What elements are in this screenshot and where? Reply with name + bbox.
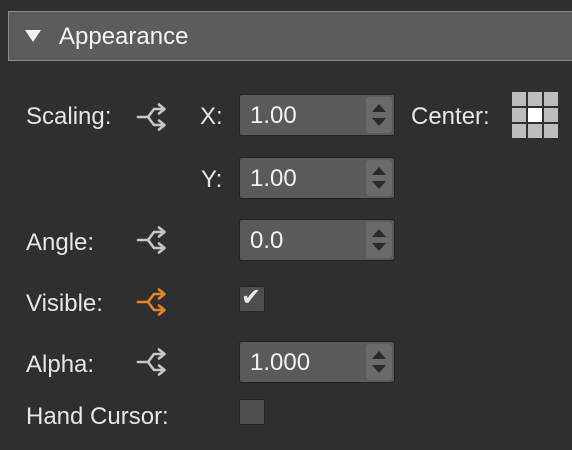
anchor-cell-top-center[interactable] [528, 92, 542, 106]
stepper-up-icon[interactable] [372, 167, 386, 175]
anchor-cell-center[interactable] [528, 108, 542, 122]
angle-value[interactable]: 0.0 [250, 227, 283, 255]
alpha-label: Alpha: [26, 351, 95, 378]
anchor-cell-bottom-center[interactable] [528, 124, 542, 138]
stepper-up-icon[interactable] [372, 229, 386, 237]
hand-cursor-label: Hand Cursor: [26, 403, 169, 430]
visible-checkbox[interactable]: ✔ [239, 284, 265, 312]
center-label: Center: [411, 103, 490, 130]
stepper-down-icon[interactable] [372, 181, 386, 189]
anchor-cell-bottom-right[interactable] [544, 124, 558, 138]
link-branch-icon[interactable] [134, 103, 168, 131]
alpha-value[interactable]: 1.000 [250, 349, 310, 377]
stepper-down-icon[interactable] [372, 243, 386, 251]
stepper-up-icon[interactable] [372, 351, 386, 359]
stepper-arrows[interactable] [366, 344, 392, 380]
anchor-cell-middle-left[interactable] [512, 108, 526, 122]
alpha-stepper[interactable]: 1.000 [239, 341, 395, 383]
scaling-y-value[interactable]: 1.00 [250, 165, 297, 193]
stepper-arrows[interactable] [366, 160, 392, 196]
hand-cursor-checkbox[interactable] [239, 399, 265, 425]
stepper-arrows[interactable] [366, 97, 392, 133]
anchor-cell-top-left[interactable] [512, 92, 526, 106]
scaling-x-stepper[interactable]: 1.00 [239, 94, 395, 136]
scaling-y-label: Y: [201, 166, 223, 193]
visible-label: Visible: [26, 290, 103, 317]
scaling-y-stepper[interactable]: 1.00 [239, 157, 395, 199]
anchor-cell-top-right[interactable] [544, 92, 558, 106]
scaling-x-label: X: [200, 103, 223, 130]
section-title: Appearance [59, 23, 189, 50]
anchor-grid-icon[interactable] [512, 92, 558, 138]
scaling-x-value[interactable]: 1.00 [250, 102, 297, 130]
stepper-down-icon[interactable] [372, 118, 386, 126]
link-branch-icon-active[interactable] [134, 288, 168, 316]
disclosure-triangle-down-icon[interactable] [25, 30, 41, 42]
checkmark-icon: ✔ [241, 284, 262, 311]
stepper-arrows[interactable] [366, 222, 392, 258]
stepper-down-icon[interactable] [372, 365, 386, 373]
link-branch-icon[interactable] [134, 348, 168, 376]
scaling-label: Scaling: [26, 103, 112, 130]
angle-label: Angle: [26, 229, 95, 256]
appearance-section-header[interactable]: Appearance [8, 11, 572, 61]
link-branch-icon[interactable] [134, 226, 168, 254]
stepper-up-icon[interactable] [372, 104, 386, 112]
angle-stepper[interactable]: 0.0 [239, 219, 395, 261]
anchor-cell-middle-right[interactable] [544, 108, 558, 122]
anchor-cell-bottom-left[interactable] [512, 124, 526, 138]
